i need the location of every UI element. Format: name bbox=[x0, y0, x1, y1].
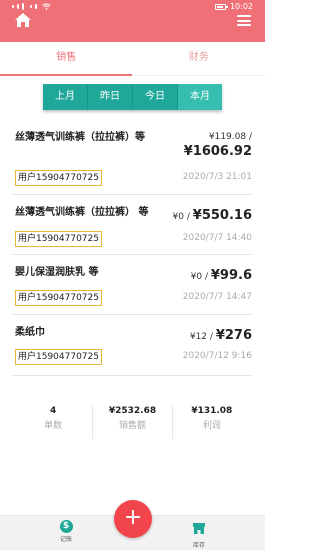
add-record-button[interactable]: + bbox=[114, 500, 152, 538]
record-date: 2020/7/7 14:40 bbox=[182, 233, 252, 243]
summary-value: ¥2532.68 bbox=[108, 406, 157, 416]
menu-icon[interactable] bbox=[237, 15, 251, 26]
summary-bar: 4 单数 ¥2532.68 销售额 ¥131.08 利润 bbox=[14, 405, 251, 439]
summary-value: 4 bbox=[50, 406, 57, 416]
signal-bar-icon bbox=[17, 4, 19, 9]
list-item[interactable]: 丝薄透气训练裤（拉拉裤） 等 ¥0 / ¥550.16 用户1590477072… bbox=[12, 205, 252, 255]
signal-bar-icon bbox=[12, 5, 14, 8]
dollar-coin-icon: $ bbox=[59, 520, 73, 533]
summary-label: 销售额 bbox=[118, 421, 146, 431]
record-amount: ¥12 / ¥276 bbox=[190, 328, 252, 343]
record-amount: ¥0 / ¥99.6 bbox=[191, 268, 252, 283]
signal-icons bbox=[12, 3, 51, 10]
record-amount: ¥119.08 / ¥1606.92 bbox=[184, 132, 252, 159]
record-total: ¥1606.92 bbox=[183, 144, 252, 159]
record-user-tag: 用户15904770725 bbox=[15, 290, 102, 306]
record-total: ¥550.16 bbox=[192, 208, 252, 223]
home-icon[interactable] bbox=[14, 12, 32, 28]
record-name: 丝薄透气训练裤（拉拉裤） 等 bbox=[15, 207, 149, 218]
summary-value: ¥131.08 bbox=[191, 406, 233, 416]
status-time: 10:02 bbox=[229, 2, 253, 11]
record-name: 丝薄透气训练裤（拉拉裤）等 bbox=[15, 132, 145, 143]
record-user-tag: 用户15904770725 bbox=[15, 170, 102, 186]
record-name: 柔纸巾 bbox=[15, 327, 45, 338]
period-this-month-button[interactable]: 本月 bbox=[178, 84, 222, 110]
battery-icon bbox=[214, 3, 228, 10]
record-amount: ¥0 / ¥550.16 bbox=[173, 208, 252, 223]
period-today-button[interactable]: 今日 bbox=[133, 84, 178, 110]
list-item[interactable]: 柔纸巾 ¥12 / ¥276 用户15904770725 2020/7/12 9… bbox=[12, 325, 252, 376]
tab-sales[interactable]: 销售 bbox=[0, 42, 133, 76]
tab-divider bbox=[132, 75, 265, 76]
status-bar: 10:02 bbox=[0, 0, 265, 14]
period-last-month-button[interactable]: 上月 bbox=[43, 84, 88, 110]
summary-label: 利润 bbox=[202, 421, 221, 431]
summary-profit: ¥131.08 利润 bbox=[173, 405, 251, 439]
tab-finance[interactable]: 财务 bbox=[133, 42, 266, 76]
summary-sales-amount: ¥2532.68 销售额 bbox=[93, 405, 173, 439]
signal-bar-icon bbox=[22, 3, 24, 10]
record-name: 婴儿保湿润肤乳 等 bbox=[15, 267, 99, 278]
record-total: ¥99.6 bbox=[210, 268, 252, 283]
summary-label: 单数 bbox=[44, 421, 63, 431]
period-selector: 上月 昨日 今日 本月 bbox=[43, 84, 222, 110]
wifi-icon bbox=[42, 3, 51, 10]
record-profit: ¥12 / bbox=[189, 332, 213, 342]
record-date: 2020/7/3 21:01 bbox=[182, 172, 252, 182]
nav-bookkeeping[interactable]: $ 记账 bbox=[46, 520, 86, 543]
record-date: 2020/7/12 9:16 bbox=[182, 351, 252, 361]
summary-order-count: 4 单数 bbox=[14, 405, 94, 439]
nav-label: 记账 bbox=[59, 536, 72, 543]
record-profit: ¥119.08 / bbox=[208, 132, 252, 142]
tab-bar: 销售 财务 bbox=[0, 42, 265, 76]
app-header: 10:02 bbox=[0, 0, 265, 42]
record-total: ¥276 bbox=[215, 328, 252, 343]
list-item[interactable]: 丝薄透气训练裤（拉拉裤）等 ¥119.08 / ¥1606.92 用户15904… bbox=[12, 130, 252, 195]
record-profit: ¥0 / bbox=[172, 212, 190, 222]
store-icon bbox=[193, 523, 205, 534]
record-user-tag: 用户15904770725 bbox=[15, 349, 102, 365]
record-user-tag: 用户15904770725 bbox=[15, 231, 102, 247]
nav-inventory[interactable]: 库存 bbox=[179, 520, 219, 549]
nav-label: 库存 bbox=[192, 542, 205, 549]
record-profit: ¥0 / bbox=[190, 272, 208, 282]
signal-bar-icon bbox=[30, 5, 32, 8]
period-yesterday-button[interactable]: 昨日 bbox=[88, 84, 133, 110]
record-date: 2020/7/7 14:47 bbox=[182, 292, 252, 302]
active-tab-indicator bbox=[0, 74, 132, 76]
signal-bar-icon bbox=[35, 4, 37, 9]
list-item[interactable]: 婴儿保湿润肤乳 等 ¥0 / ¥99.6 用户15904770725 2020/… bbox=[12, 265, 252, 315]
